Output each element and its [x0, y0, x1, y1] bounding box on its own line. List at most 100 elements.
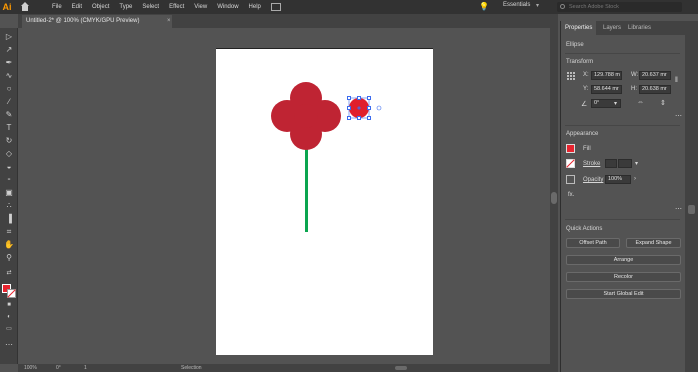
menu-window[interactable]: Window	[215, 4, 240, 10]
menu-type[interactable]: Type	[117, 4, 134, 10]
stroke-stepper[interactable]	[605, 159, 617, 168]
menu-select[interactable]: Select	[140, 4, 161, 10]
app-logo: Ai	[2, 2, 12, 12]
more-options-icon[interactable]: ⋯	[675, 112, 682, 120]
rotate-tool-icon[interactable]: ↻	[4, 136, 14, 146]
offset-path-button[interactable]: Offset Path	[566, 238, 620, 248]
height-field[interactable]: 20.638 mr	[639, 85, 671, 94]
home-icon[interactable]	[20, 2, 30, 12]
pencil-tool-icon[interactable]: ✎	[4, 110, 14, 120]
quick-actions-heading: Quick Actions	[566, 226, 603, 232]
hand-tool-icon[interactable]: ✋	[4, 240, 14, 250]
workspace-switcher[interactable]: Essentials	[503, 2, 530, 8]
chevron-down-icon[interactable]: ▾	[536, 2, 539, 9]
shape-builder-tool-icon[interactable]: ◒	[4, 162, 14, 172]
horizontal-scroll-thumb[interactable]	[395, 366, 407, 370]
menu-help[interactable]: Help	[247, 4, 263, 10]
artboard-number[interactable]: 1	[84, 364, 87, 372]
color-mode-icon[interactable]: ■	[4, 300, 14, 310]
draw-mode-icon[interactable]: ◐	[4, 312, 14, 322]
constrain-proportions-icon[interactable]: ‖	[675, 77, 678, 84]
opacity-field[interactable]: 100%	[605, 175, 631, 184]
more-tools-icon[interactable]: ⋯	[4, 340, 14, 350]
panel-tabs: Properties Layers Libraries	[561, 21, 686, 35]
menu-edit[interactable]: Edit	[70, 4, 84, 10]
opacity-icon	[566, 175, 575, 184]
expand-shape-button[interactable]: Expand Shape	[626, 238, 681, 248]
menu-effect[interactable]: Effect	[167, 4, 186, 10]
selected-ellipse[interactable]	[349, 98, 369, 118]
rotate-view-angle[interactable]: 0°	[56, 364, 61, 372]
tab-properties[interactable]: Properties	[561, 21, 597, 35]
divider	[565, 125, 680, 126]
stroke-swatch[interactable]	[566, 159, 575, 168]
arrange-button[interactable]: Arrange	[566, 255, 681, 265]
canvas[interactable]	[18, 28, 550, 364]
y-label: Y:	[583, 86, 589, 92]
status-bar: 100% 0° 1 Selection	[18, 364, 558, 372]
menu-object[interactable]: Object	[90, 4, 111, 10]
flower-stem[interactable]	[305, 147, 308, 232]
tab-libraries[interactable]: Libraries	[628, 21, 651, 35]
rotate-icon: ∠	[581, 101, 588, 108]
screen-mode-icon[interactable]: ▭	[4, 324, 14, 334]
zoom-level[interactable]: 100%	[24, 364, 37, 372]
y-field[interactable]: 58.644 mr	[591, 85, 622, 94]
w-label: W:	[631, 72, 639, 78]
stroke-color-swatch[interactable]	[7, 289, 16, 298]
selection-tool-icon[interactable]: ▷	[4, 32, 14, 42]
recolor-button[interactable]: Recolor	[566, 272, 681, 282]
h-label: H:	[631, 86, 637, 92]
symbol-sprayer-tool-icon[interactable]: ∴	[4, 201, 14, 211]
close-icon[interactable]: ×	[167, 15, 171, 28]
scale-tool-icon[interactable]: ◇	[4, 149, 14, 159]
document-tab-title: Untitled-2* @ 100% (CMYK/GPU Preview)	[26, 18, 140, 24]
artwork	[271, 82, 382, 232]
start-global-edit-button[interactable]: Start Global Edit	[566, 289, 681, 299]
arrange-documents-icon[interactable]	[270, 3, 281, 11]
fill-swatch[interactable]	[566, 144, 575, 153]
current-tool-label: Selection	[181, 365, 202, 371]
opacity-label[interactable]: Opacity	[583, 177, 603, 183]
stroke-label[interactable]: Stroke	[583, 161, 600, 167]
graph-tool-icon[interactable]: ▐	[4, 214, 14, 224]
chevron-down-icon[interactable]: ▾	[614, 100, 617, 107]
flip-vertical-icon[interactable]: ⇕	[660, 99, 666, 107]
artboard-tool-icon[interactable]: ⌗	[4, 227, 14, 237]
paintbrush-tool-icon[interactable]: ∕	[4, 97, 14, 107]
chevron-right-icon[interactable]: ›	[634, 176, 636, 182]
tools-panel: ▷ ↗ ✒ ∿ ○ ∕ ✎ T ↻ ◇ ◒ ⁃ ▣ ∴ ▐ ⌗ ✋ ⚲ ⇄ ■ …	[0, 28, 18, 364]
collapsed-panel-strip	[685, 21, 698, 372]
x-label: X:	[583, 72, 589, 78]
swap-colors-icon[interactable]: ⇄	[4, 268, 14, 278]
menu-items: File Edit Object Type Select Effect View…	[50, 4, 263, 10]
divider	[565, 219, 680, 220]
flip-horizontal-icon[interactable]: ⇔	[637, 99, 644, 106]
curvature-tool-icon[interactable]: ∿	[4, 71, 14, 81]
ellipse-tool-icon[interactable]: ○	[4, 84, 14, 94]
zoom-tool-icon[interactable]: ⚲	[4, 253, 14, 263]
more-options-icon[interactable]: ⋯	[675, 205, 682, 213]
document-tab[interactable]: Untitled-2* @ 100% (CMYK/GPU Preview) ×	[22, 15, 172, 28]
stroke-weight-field[interactable]	[618, 159, 632, 168]
effects-button[interactable]: fx.	[568, 192, 574, 198]
x-field[interactable]: 129.788 m	[591, 71, 622, 80]
vertical-scroll-thumb[interactable]	[551, 192, 557, 204]
type-tool-icon[interactable]: T	[4, 123, 14, 133]
width-field[interactable]: 20.637 mr	[639, 71, 671, 80]
blend-tool-icon[interactable]: ▣	[4, 188, 14, 198]
lightbulb-icon[interactable]: 💡	[479, 2, 489, 12]
eyedropper-tool-icon[interactable]: ⁃	[4, 175, 14, 185]
reference-point-icon[interactable]	[567, 72, 576, 81]
panel-scroll-thumb[interactable]	[688, 205, 695, 214]
tab-layers[interactable]: Layers	[603, 21, 621, 35]
chevron-down-icon[interactable]: ▾	[635, 160, 638, 167]
stock-search-input[interactable]: Search Adobe Stock	[557, 2, 682, 12]
petal-center[interactable]	[294, 104, 318, 128]
menu-view[interactable]: View	[192, 4, 209, 10]
menu-file[interactable]: File	[50, 4, 64, 10]
appearance-heading: Appearance	[566, 131, 599, 137]
transform-heading: Transform	[566, 59, 594, 65]
pen-tool-icon[interactable]: ✒	[4, 58, 14, 68]
direct-selection-tool-icon[interactable]: ↗	[4, 45, 14, 55]
